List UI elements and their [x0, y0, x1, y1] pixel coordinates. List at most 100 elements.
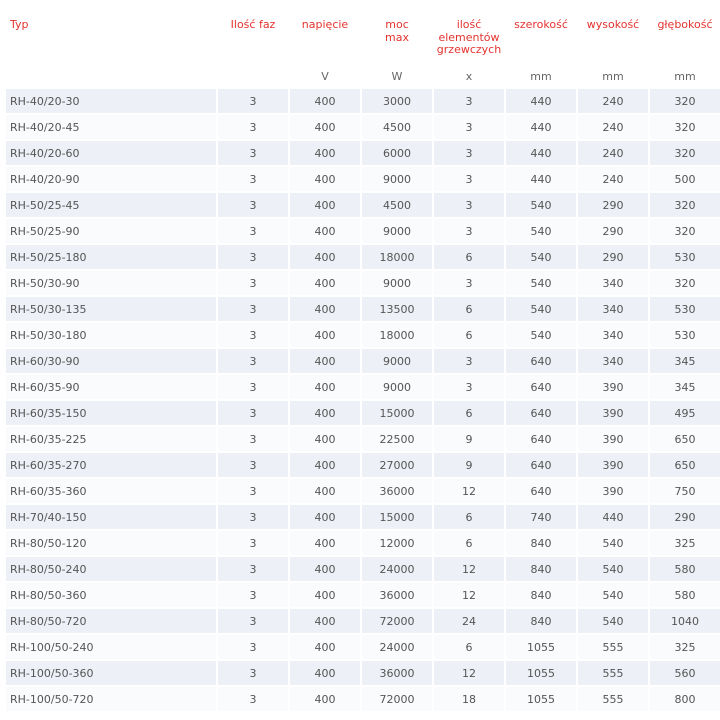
cell-elements: 3	[434, 89, 504, 113]
cell-phases: 3	[218, 401, 288, 425]
cell-height: 555	[578, 635, 648, 659]
cell-voltage: 400	[290, 349, 360, 373]
cell-power: 24000	[362, 635, 432, 659]
cell-phases: 3	[218, 89, 288, 113]
cell-width: 840	[506, 609, 576, 633]
cell-elements: 6	[434, 245, 504, 269]
cell-elements: 6	[434, 323, 504, 347]
cell-elements: 6	[434, 505, 504, 529]
cell-voltage: 400	[290, 89, 360, 113]
cell-typ: RH-80/50-360	[6, 583, 216, 607]
cell-typ: RH-50/30-90	[6, 271, 216, 295]
cell-power: 13500	[362, 297, 432, 321]
cell-phases: 3	[218, 635, 288, 659]
table-row: RH-50/25-90 3 400 9000 3 540 290 320	[6, 219, 720, 243]
cell-height: 390	[578, 401, 648, 425]
table-row: RH-60/35-360 3 400 36000 12 640 390 750	[6, 479, 720, 503]
table-row: RH-50/25-180 3 400 18000 6 540 290 530	[6, 245, 720, 269]
cell-typ: RH-60/35-360	[6, 479, 216, 503]
cell-height: 540	[578, 609, 648, 633]
cell-voltage: 400	[290, 167, 360, 191]
cell-voltage: 400	[290, 245, 360, 269]
unit-width: mm	[506, 65, 576, 87]
cell-phases: 3	[218, 219, 288, 243]
cell-voltage: 400	[290, 479, 360, 503]
table-row: RH-50/30-135 3 400 13500 6 540 340 530	[6, 297, 720, 321]
cell-elements: 9	[434, 427, 504, 451]
cell-voltage: 400	[290, 401, 360, 425]
cell-depth: 345	[650, 349, 720, 373]
unit-height: mm	[578, 65, 648, 87]
cell-depth: 320	[650, 115, 720, 139]
unit-power: W	[362, 65, 432, 87]
cell-width: 440	[506, 141, 576, 165]
unit-voltage: V	[290, 65, 360, 87]
header-elements: ilość elementów grzewczych	[434, 13, 504, 63]
cell-depth: 320	[650, 271, 720, 295]
table-row: RH-60/35-225 3 400 22500 9 640 390 650	[6, 427, 720, 451]
cell-typ: RH-40/20-90	[6, 167, 216, 191]
cell-elements: 6	[434, 297, 504, 321]
cell-typ: RH-100/50-360	[6, 661, 216, 685]
table-row: RH-60/35-150 3 400 15000 6 640 390 495	[6, 401, 720, 425]
cell-height: 440	[578, 505, 648, 529]
cell-typ: RH-50/30-135	[6, 297, 216, 321]
table-row: RH-100/50-360 3 400 36000 12 1055 555 560	[6, 661, 720, 685]
cell-width: 640	[506, 427, 576, 451]
cell-power: 18000	[362, 245, 432, 269]
table-row: RH-40/20-30 3 400 3000 3 440 240 320	[6, 89, 720, 113]
cell-elements: 6	[434, 635, 504, 659]
cell-elements: 3	[434, 271, 504, 295]
table-row: RH-80/50-360 3 400 36000 12 840 540 580	[6, 583, 720, 607]
cell-width: 1055	[506, 635, 576, 659]
cell-typ: RH-100/50-720	[6, 687, 216, 711]
cell-height: 240	[578, 115, 648, 139]
cell-phases: 3	[218, 687, 288, 711]
header-row: Typ Ilość faz napięcie moc max ilość ele…	[6, 13, 720, 63]
cell-height: 390	[578, 427, 648, 451]
cell-depth: 750	[650, 479, 720, 503]
cell-width: 540	[506, 297, 576, 321]
cell-power: 9000	[362, 349, 432, 373]
table-row: RH-50/25-45 3 400 4500 3 540 290 320	[6, 193, 720, 217]
cell-phases: 3	[218, 427, 288, 451]
cell-voltage: 400	[290, 271, 360, 295]
spec-sheet: Typ Ilość faz napięcie moc max ilość ele…	[0, 0, 720, 720]
cell-elements: 12	[434, 661, 504, 685]
cell-phases: 3	[218, 531, 288, 555]
cell-depth: 495	[650, 401, 720, 425]
heater-spec-table: Typ Ilość faz napięcie moc max ilość ele…	[4, 11, 720, 713]
cell-typ: RH-60/35-90	[6, 375, 216, 399]
cell-width: 840	[506, 583, 576, 607]
cell-power: 18000	[362, 323, 432, 347]
cell-voltage: 400	[290, 323, 360, 347]
cell-phases: 3	[218, 479, 288, 503]
cell-phases: 3	[218, 661, 288, 685]
cell-typ: RH-70/40-150	[6, 505, 216, 529]
cell-voltage: 400	[290, 687, 360, 711]
cell-height: 240	[578, 167, 648, 191]
cell-power: 15000	[362, 505, 432, 529]
cell-width: 540	[506, 193, 576, 217]
cell-power: 36000	[362, 661, 432, 685]
cell-depth: 650	[650, 453, 720, 477]
cell-phases: 3	[218, 375, 288, 399]
cell-power: 15000	[362, 401, 432, 425]
cell-typ: RH-60/35-270	[6, 453, 216, 477]
cell-power: 3000	[362, 89, 432, 113]
header-width: szerokość	[506, 13, 576, 63]
cell-height: 340	[578, 271, 648, 295]
cell-voltage: 400	[290, 427, 360, 451]
cell-phases: 3	[218, 323, 288, 347]
cell-height: 390	[578, 375, 648, 399]
cell-height: 290	[578, 219, 648, 243]
cell-width: 840	[506, 531, 576, 555]
cell-elements: 3	[434, 219, 504, 243]
cell-voltage: 400	[290, 635, 360, 659]
unit-typ	[6, 65, 216, 87]
cell-phases: 3	[218, 297, 288, 321]
cell-power: 36000	[362, 479, 432, 503]
header-voltage: napięcie	[290, 13, 360, 63]
header-phases: Ilość faz	[218, 13, 288, 63]
cell-voltage: 400	[290, 583, 360, 607]
